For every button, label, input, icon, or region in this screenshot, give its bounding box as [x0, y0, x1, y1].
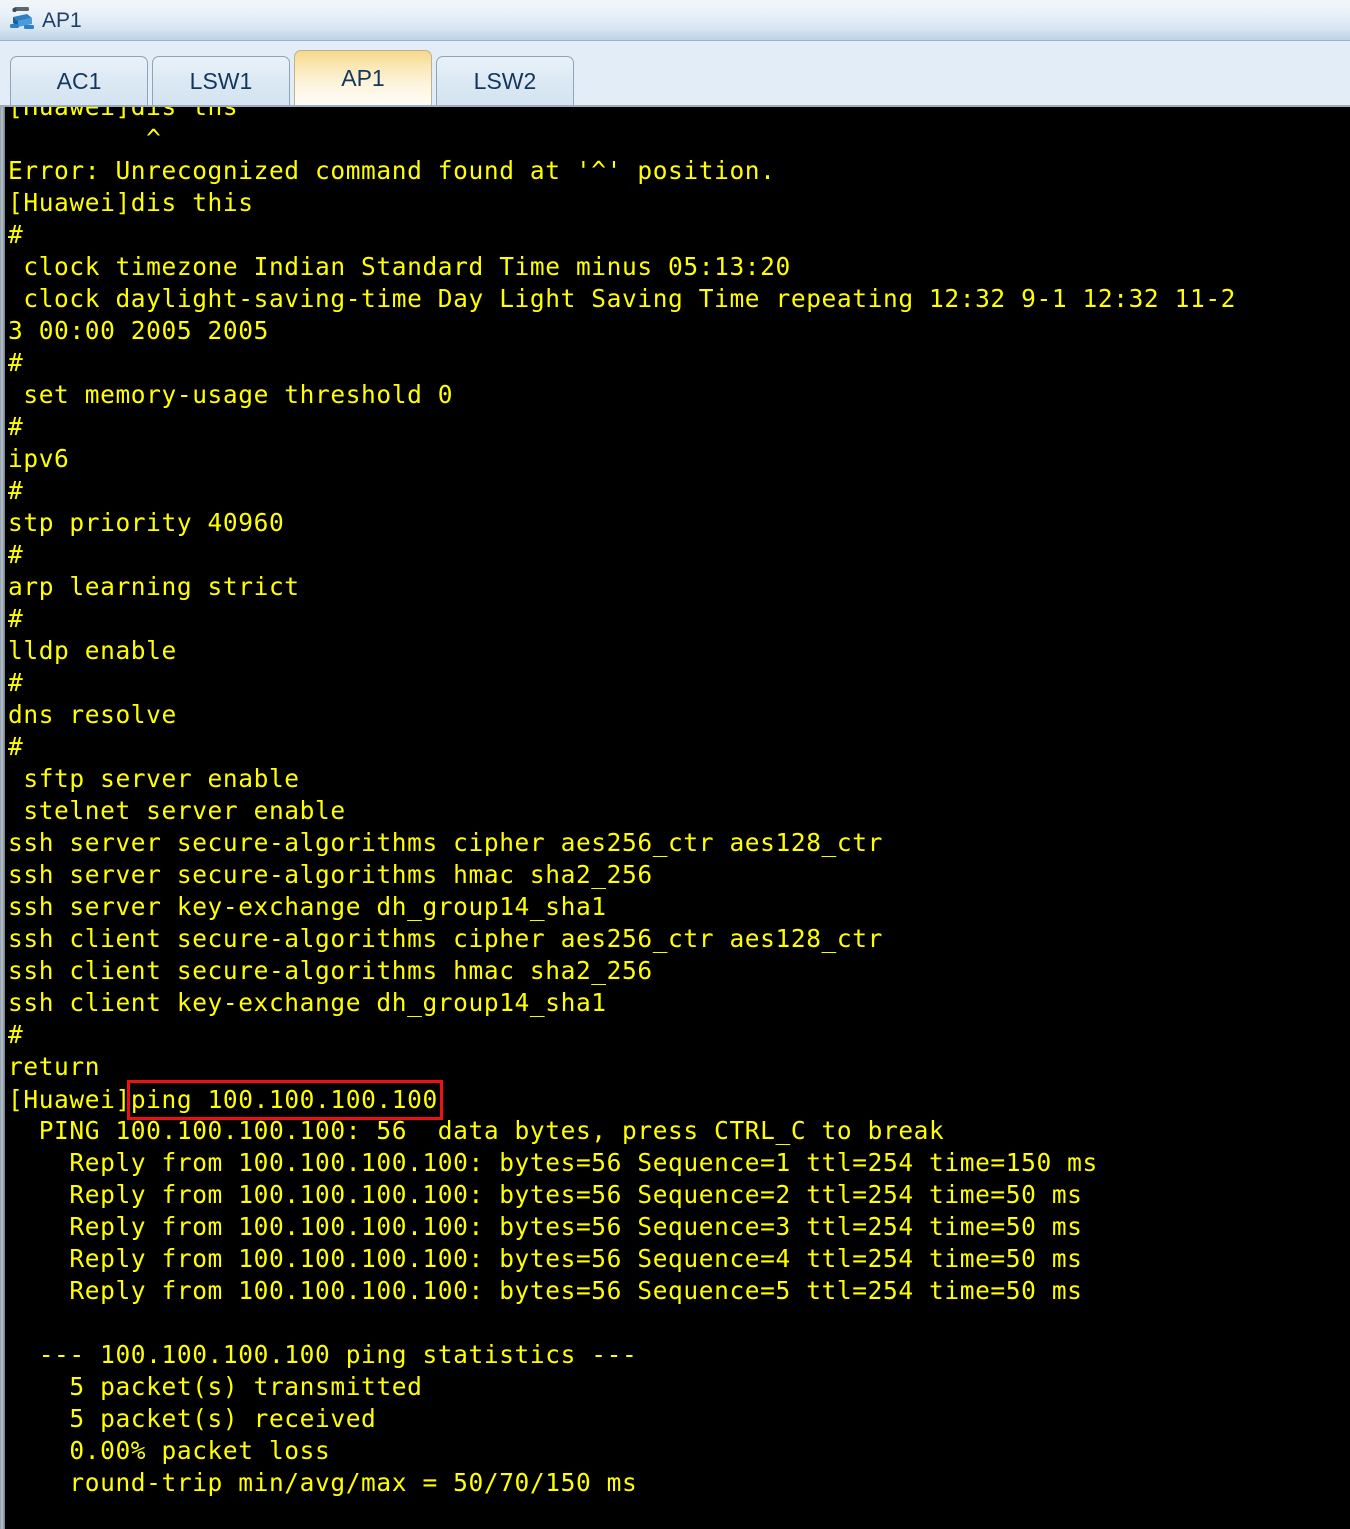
terminal-line: # [8, 1020, 24, 1049]
terminal-line: PING 100.100.100.100: 56 data bytes, pre… [8, 1116, 945, 1145]
terminal-line: # [8, 668, 24, 697]
terminal-line: Reply from 100.100.100.100: bytes=56 Seq… [8, 1276, 1083, 1305]
terminal-panel[interactable]: [Huawei]dis ths ^ Error: Unrecognized com… [0, 107, 1350, 1529]
terminal-prompt: [Huawei] [8, 1085, 131, 1114]
terminal-line: Reply from 100.100.100.100: bytes=56 Seq… [8, 1212, 1083, 1241]
terminal-line: ssh server secure-algorithms hmac sha2_2… [8, 860, 653, 889]
device-console-window: AP1 AC1 LSW1 AP1 LSW2 [Huawei]dis ths ^ E… [0, 0, 1350, 1529]
tab-label: AC1 [56, 67, 102, 94]
terminal-line: sftp server enable [8, 764, 300, 793]
window-title: AP1 [42, 8, 82, 32]
tab-ac1[interactable]: AC1 [10, 56, 148, 105]
terminal-line: return [8, 1052, 101, 1081]
terminal-line: # [8, 476, 24, 505]
terminal-output[interactable]: [Huawei]dis ths ^ Error: Unrecognized com… [8, 107, 1350, 1529]
terminal-line: ssh client key-exchange dh_group14_sha1 [8, 988, 607, 1017]
terminal-line: ^ [8, 124, 162, 153]
terminal-line: stelnet server enable [8, 796, 346, 825]
terminal-line: round-trip min/avg/max = 50/70/150 ms [8, 1468, 638, 1497]
terminal-line: Reply from 100.100.100.100: bytes=56 Seq… [8, 1180, 1083, 1209]
terminal-line: ssh client secure-algorithms cipher aes2… [8, 924, 883, 953]
terminal-line: stp priority 40960 [8, 508, 285, 537]
terminal-line: 3 00:00 2005 2005 [8, 316, 269, 345]
terminal-line: ssh server secure-algorithms cipher aes2… [8, 828, 883, 857]
terminal-line: # [8, 220, 24, 249]
terminal-line: lldp enable [8, 636, 177, 665]
tab-lsw2[interactable]: LSW2 [436, 56, 574, 105]
terminal-prompt-line: [Huawei]ping 100.100.100.100 [8, 1080, 1350, 1120]
tab-ap1[interactable]: AP1 [294, 50, 432, 105]
terminal-line: # [8, 604, 24, 633]
terminal-line: # [8, 412, 24, 441]
terminal-line: [Huawei]dis this [8, 188, 254, 217]
tab-label: LSW1 [189, 67, 253, 94]
terminal-line-text: [Huawei]dis ths [8, 107, 238, 123]
terminal-line: set memory-usage threshold 0 [8, 380, 454, 409]
terminal-line: ssh client secure-algorithms hmac sha2_2… [8, 956, 653, 985]
terminal-line: --- 100.100.100.100 ping statistics --- [8, 1340, 638, 1369]
router-device-icon [8, 5, 36, 35]
device-tab-strip: AC1 LSW1 AP1 LSW2 [0, 41, 1350, 107]
terminal-line: Reply from 100.100.100.100: bytes=56 Seq… [8, 1148, 1098, 1177]
terminal-line: Error: Unrecognized command found at '^'… [8, 156, 776, 185]
highlighted-ping-command: ping 100.100.100.100 [126, 1080, 443, 1120]
terminal-line: 5 packet(s) transmitted [8, 1372, 423, 1401]
terminal-left-scroll-rail[interactable] [0, 107, 5, 1529]
terminal-line: # [8, 540, 24, 569]
tab-label: AP1 [341, 64, 385, 91]
terminal-line: 0.00% packet loss [8, 1436, 331, 1465]
terminal-line: # [8, 348, 24, 377]
terminal-line: # [8, 732, 24, 761]
window-title-bar: AP1 [0, 0, 1350, 41]
terminal-line: 5 packet(s) received [8, 1404, 377, 1433]
terminal-line: ipv6 [8, 444, 70, 473]
terminal-line: arp learning strict [8, 572, 300, 601]
terminal-line: ssh server key-exchange dh_group14_sha1 [8, 892, 607, 921]
terminal-line: clock daylight-saving-time Day Light Sav… [8, 284, 1237, 313]
terminal-line: dns resolve [8, 700, 177, 729]
tab-label: LSW2 [473, 67, 537, 94]
tab-lsw1[interactable]: LSW1 [152, 56, 290, 105]
terminal-line: clock timezone Indian Standard Time minu… [8, 252, 791, 281]
terminal-line-clipped: [Huawei]dis ths [8, 107, 1350, 123]
terminal-line: Reply from 100.100.100.100: bytes=56 Seq… [8, 1244, 1083, 1273]
